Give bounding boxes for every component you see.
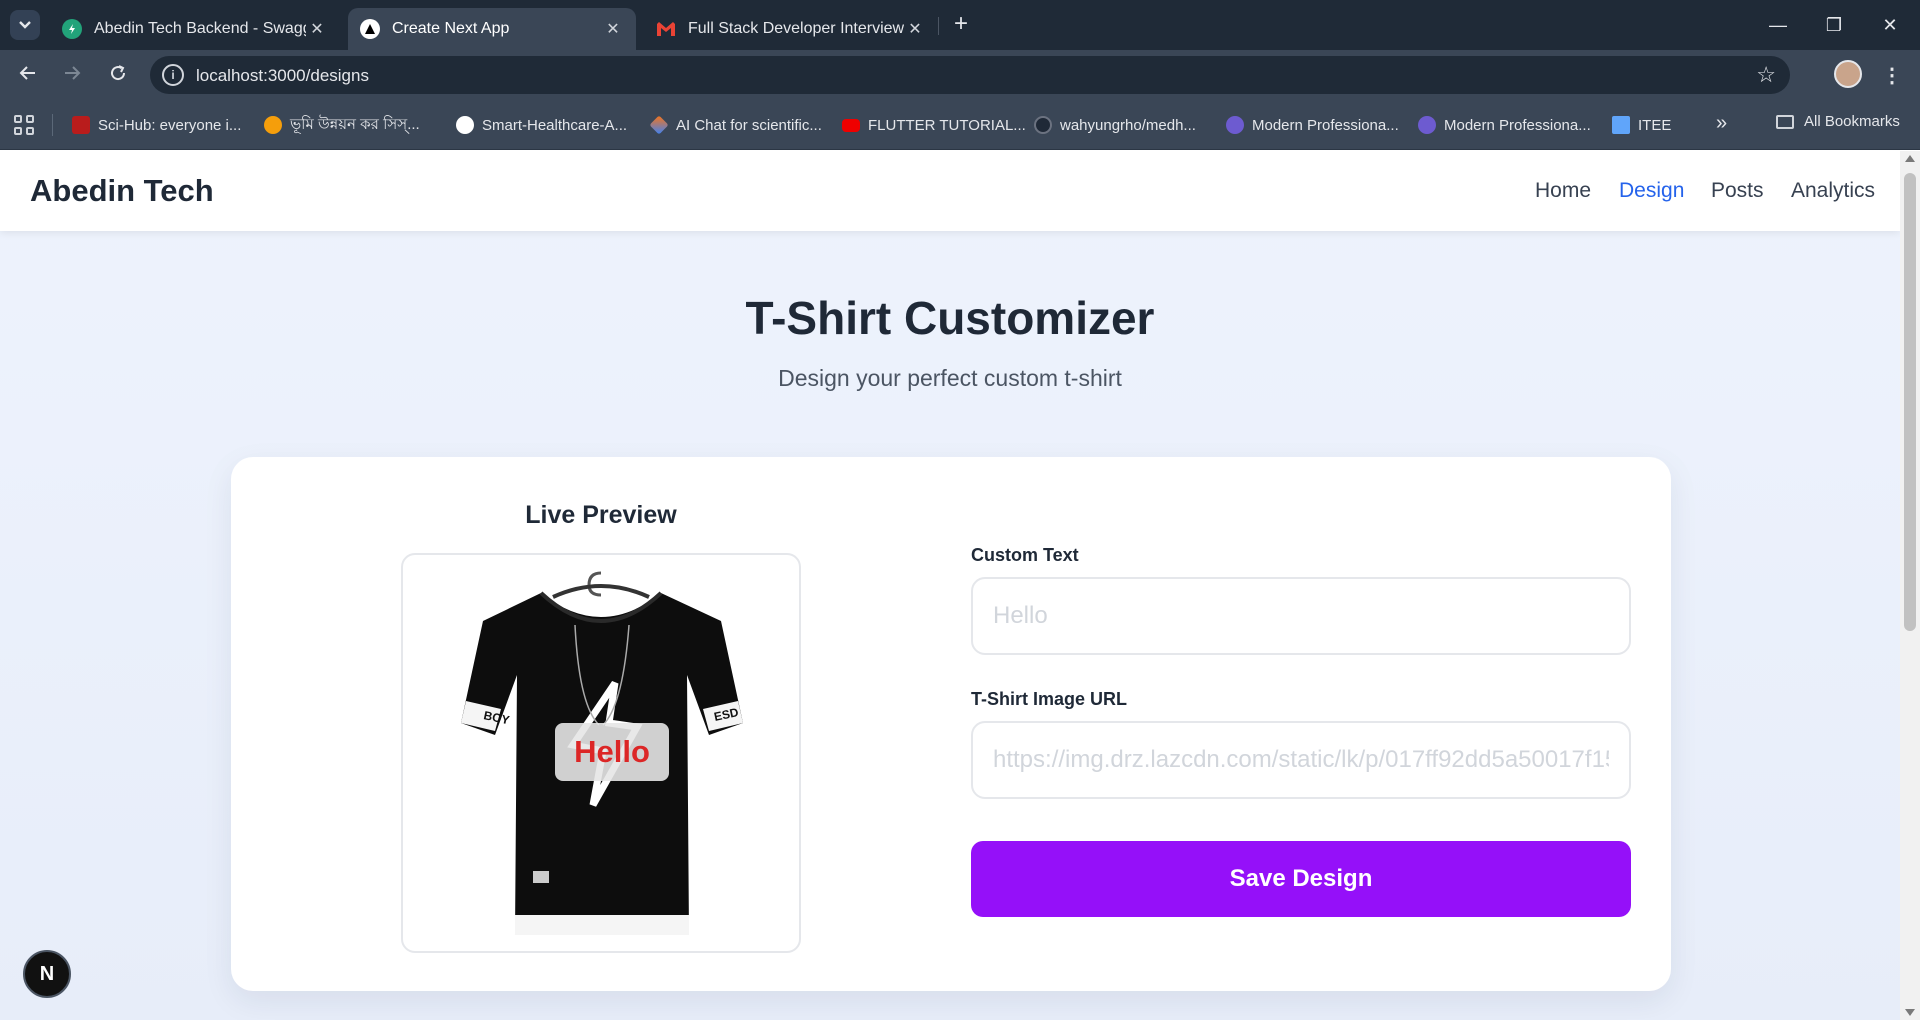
bookmark-label: FLUTTER TUTORIAL... <box>868 116 1026 134</box>
apps-grid-icon[interactable] <box>14 115 34 135</box>
bookmark-item[interactable]: Modern Professiona... <box>1418 113 1591 137</box>
itee-icon <box>1612 116 1630 134</box>
profile-avatar[interactable] <box>1834 60 1862 88</box>
scrollbar-thumb[interactable] <box>1904 173 1916 631</box>
site-info-icon[interactable]: i <box>162 64 184 86</box>
bookmark-item[interactable]: Smart-Healthcare-A... <box>456 113 627 137</box>
bookmark-item[interactable]: ভূমি উন্নয়ন কর সিস্... <box>264 113 420 137</box>
custom-text-overlay: Hello <box>555 723 669 781</box>
close-icon[interactable]: ✕ <box>904 19 926 39</box>
save-design-button[interactable]: Save Design <box>971 841 1631 917</box>
more-bookmarks-icon[interactable]: » <box>1716 112 1727 135</box>
gmail-icon <box>656 19 676 39</box>
scihub-icon <box>72 116 90 134</box>
browser-toolbar: i localhost:3000/designs ☆ ⋮ <box>0 50 1920 100</box>
doc-icon <box>1418 116 1436 134</box>
tab-search-button[interactable] <box>10 10 40 40</box>
close-icon[interactable]: ✕ <box>602 19 624 39</box>
arrow-left-icon <box>19 66 35 80</box>
reload-button[interactable] <box>104 62 132 90</box>
tab-swagger[interactable]: Abedin Tech Backend - Swagger UI ✕ <box>50 8 340 50</box>
all-bookmarks-button[interactable]: All Bookmarks <box>1776 113 1900 130</box>
scroll-up-arrow-icon[interactable] <box>1905 155 1915 162</box>
tab-create-next-app[interactable]: Create Next App ✕ <box>348 8 636 50</box>
bookmark-label: AI Chat for scientific... <box>676 116 822 134</box>
url-text[interactable]: localhost:3000/designs <box>196 66 369 86</box>
page-title: T-Shirt Customizer <box>745 292 1155 344</box>
image-url-input[interactable] <box>971 721 1631 799</box>
custom-text-input[interactable] <box>971 577 1631 655</box>
custom-text-label: Custom Text <box>971 545 1079 565</box>
nav-link-analytics[interactable]: Analytics <box>1791 179 1875 203</box>
youtube-icon <box>842 118 860 132</box>
arrow-right-icon <box>65 66 81 80</box>
bookmark-separator <box>52 114 53 136</box>
bookmark-label: Modern Professiona... <box>1252 116 1399 134</box>
bookmark-star-icon[interactable]: ☆ <box>1756 62 1776 88</box>
minimize-button[interactable]: — <box>1758 10 1798 40</box>
tshirt-preview: BOY ESD Hello <box>401 553 801 953</box>
github-icon <box>1034 116 1052 134</box>
bookmark-item[interactable]: ITEE <box>1612 113 1671 137</box>
all-bookmarks-label: All Bookmarks <box>1804 113 1900 130</box>
site-brand[interactable]: Abedin Tech <box>30 173 214 209</box>
page-scrollbar[interactable] <box>1900 151 1920 1020</box>
bookmarks-bar: Sci-Hub: everyone i... ভূমি উন্নয়ন কর স… <box>0 100 1920 150</box>
bookmark-label: ভূমি উন্নয়ন কর সিস্... <box>290 115 420 133</box>
tab-title: Full Stack Developer Interview Questions <box>688 20 904 37</box>
preview-title: Live Preview <box>525 501 677 529</box>
chevron-down-icon <box>19 21 31 29</box>
forward-button[interactable] <box>58 62 86 90</box>
browser-tab-strip: Abedin Tech Backend - Swagger UI ✕ Creat… <box>0 0 1920 50</box>
bookmark-item[interactable]: Sci-Hub: everyone i... <box>72 113 241 137</box>
land-tax-icon <box>264 116 282 134</box>
doc-icon <box>1226 116 1244 134</box>
bookmark-label: wahyungrho/medh... <box>1060 116 1196 134</box>
tab-title: Abedin Tech Backend - Swagger UI <box>94 20 306 37</box>
bookmark-item[interactable]: wahyungrho/medh... <box>1034 113 1196 137</box>
tab-separator <box>938 17 939 35</box>
bookmark-label: ITEE <box>1638 116 1672 134</box>
restore-button[interactable]: ❐ <box>1814 10 1854 40</box>
bookmark-label: Modern Professiona... <box>1444 116 1591 134</box>
close-icon[interactable]: ✕ <box>306 19 328 39</box>
scroll-down-arrow-icon[interactable] <box>1905 1009 1915 1016</box>
nextjs-dev-badge[interactable]: N <box>23 950 71 998</box>
reload-icon <box>111 65 126 81</box>
bookmark-label: Sci-Hub: everyone i... <box>98 116 242 134</box>
bookmark-label: Smart-Healthcare-A... <box>482 116 628 134</box>
tab-title: Create Next App <box>392 20 510 37</box>
tab-gmail[interactable]: Full Stack Developer Interview Questions… <box>644 8 938 50</box>
new-tab-button[interactable]: + <box>948 12 974 38</box>
folder-icon <box>1776 114 1794 129</box>
bookmark-item[interactable]: FLUTTER TUTORIAL... <box>842 113 1026 137</box>
nextjs-icon <box>360 19 380 39</box>
back-button[interactable] <box>14 62 42 90</box>
bookmark-item[interactable]: AI Chat for scientific... <box>649 113 822 137</box>
nav-link-posts[interactable]: Posts <box>1711 179 1764 203</box>
image-url-label: T-Shirt Image URL <box>971 689 1128 709</box>
page-subtitle: Design your perfect custom t-shirt <box>778 365 1122 391</box>
bookmark-item[interactable]: Modern Professiona... <box>1226 113 1399 137</box>
browser-menu-icon[interactable]: ⋮ <box>1880 62 1904 90</box>
swagger-icon <box>62 19 82 39</box>
nav-link-home[interactable]: Home <box>1535 179 1591 203</box>
github-icon <box>456 116 474 134</box>
address-bar[interactable]: i localhost:3000/designs ☆ <box>150 56 1790 94</box>
window-close-button[interactable]: ✕ <box>1870 10 1910 40</box>
ai-chat-icon <box>649 115 669 135</box>
page-content: Abedin Tech Home Design Posts Analytics … <box>0 151 1900 1020</box>
site-navbar: Abedin Tech Home Design Posts Analytics <box>0 151 1900 231</box>
customizer-card: Live Preview BOY ESD Hello Custom Text H… <box>231 457 1671 991</box>
nav-link-design[interactable]: Design <box>1619 179 1684 203</box>
